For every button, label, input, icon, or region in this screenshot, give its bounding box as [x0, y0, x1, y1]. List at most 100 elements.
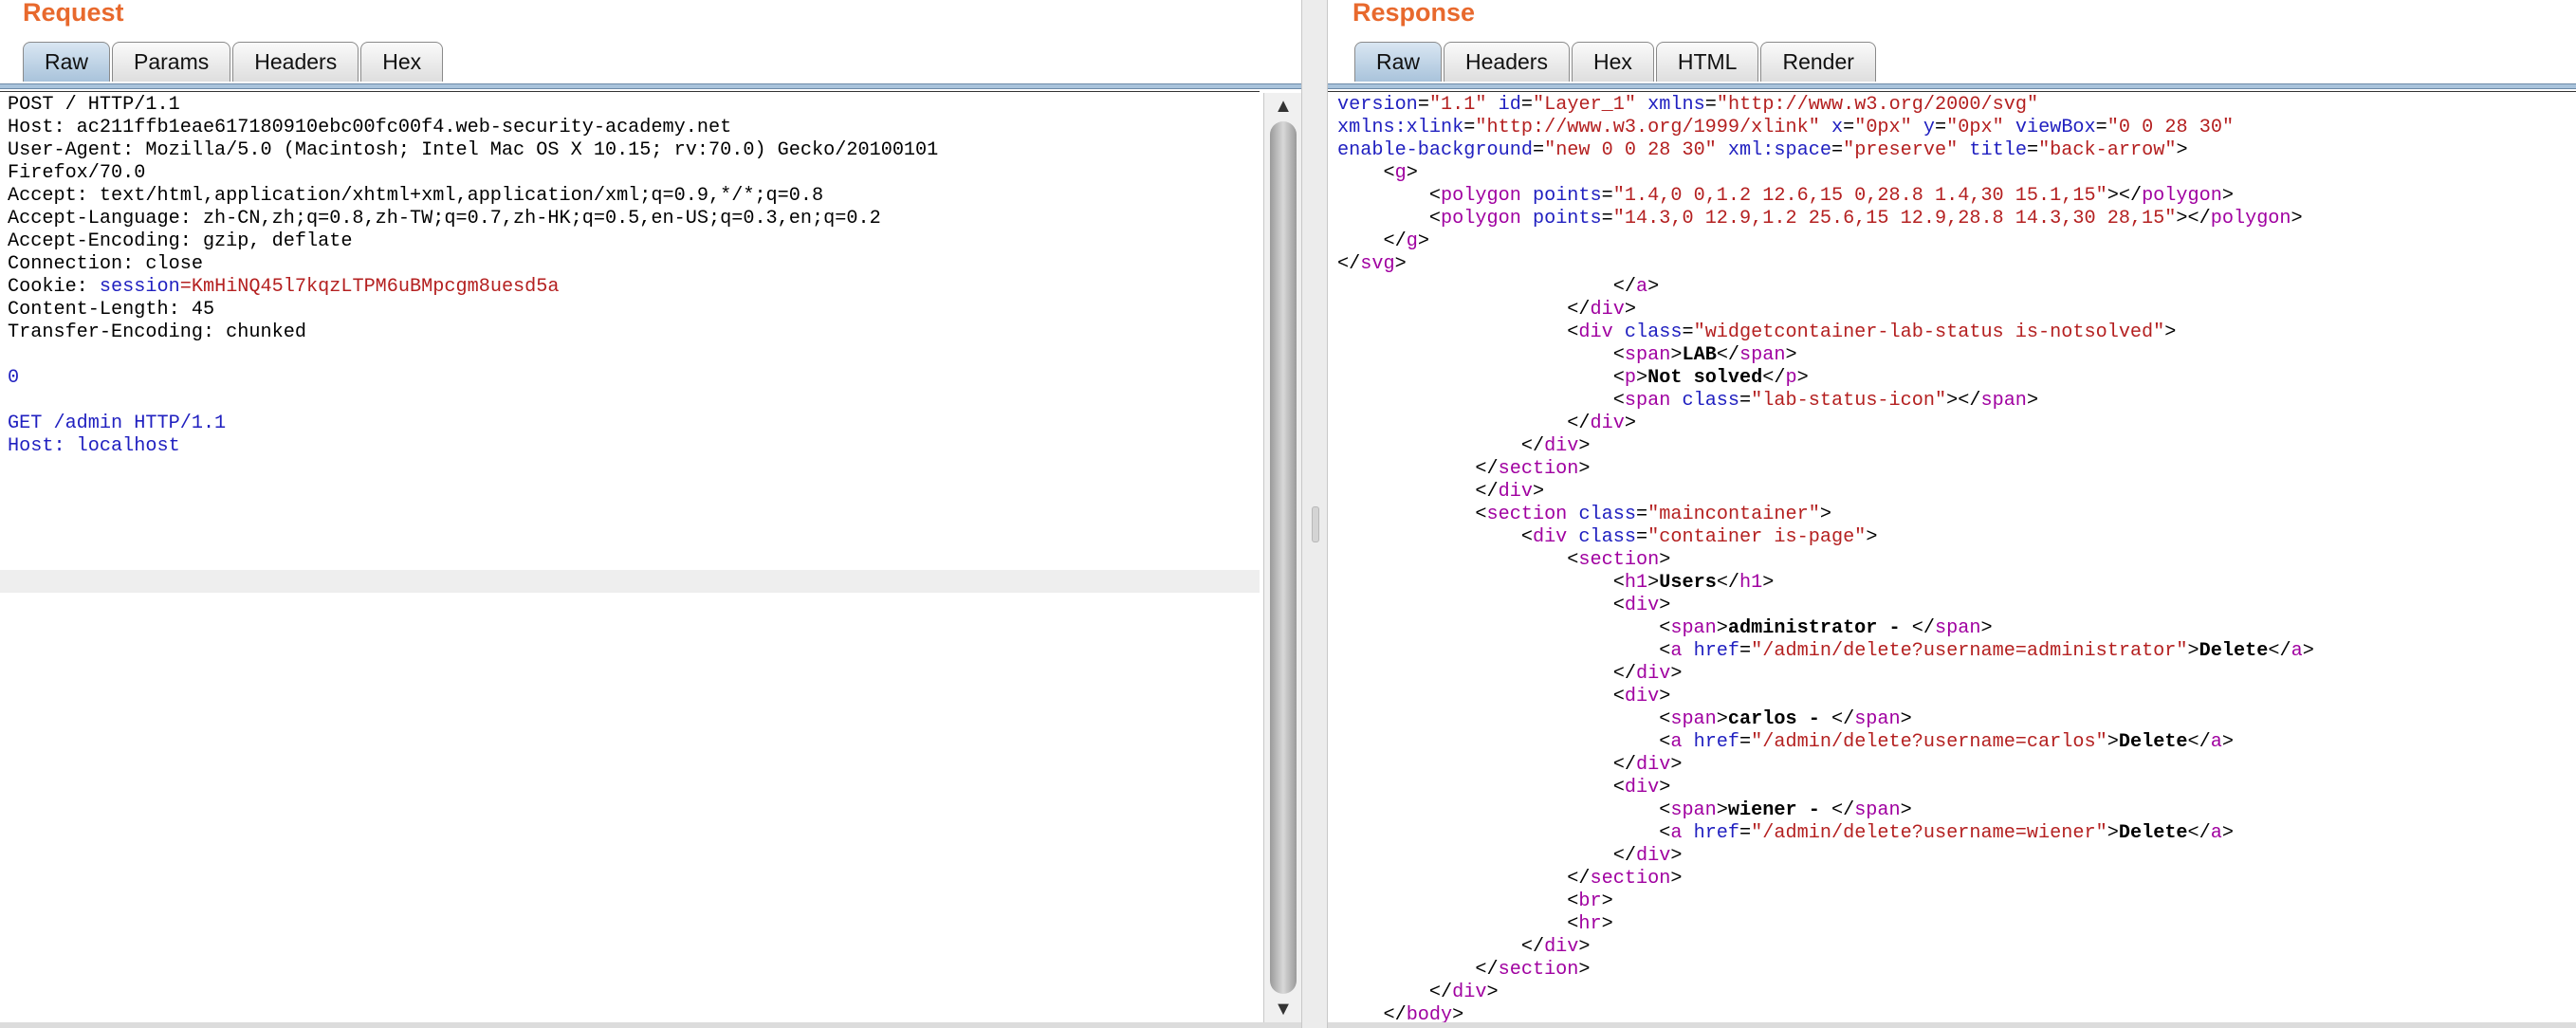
code-token: < [1337, 208, 1442, 229]
request-code-line: Cookie: session=KmHiNQ45l7kqzLTPM6uBMpcg… [8, 276, 938, 299]
code-token: "maincontainer" [1647, 504, 1820, 525]
code-token: = [1417, 94, 1429, 116]
response-code-line: </div> [1337, 936, 2314, 959]
scroll-down-arrow-icon[interactable]: ▼ [1264, 996, 1301, 1022]
code-token: span [1854, 799, 1901, 821]
request-pane: Request Raw Params Headers Hex POST / HTTP/… [0, 0, 1301, 1028]
code-token: class [1682, 390, 1740, 412]
code-token: p [1785, 367, 1797, 389]
code-token: </ [1337, 413, 1591, 434]
code-token: < [1337, 526, 1533, 548]
request-tab-params[interactable]: Params [112, 42, 231, 82]
request-tab-headers[interactable]: Headers [232, 42, 359, 82]
code-token: </ [1831, 708, 1855, 730]
code-token: > [1624, 299, 1636, 321]
code-token: "1.4,0 0,1.2 12.6,15 0,28.8 1.4,30 15.1,… [1612, 185, 2107, 207]
code-token: "widgetcontainer-lab-status is-notsolved… [1693, 321, 2165, 343]
code-token: carlos - [1727, 708, 1831, 730]
code-token: "0px" [1854, 117, 1912, 138]
response-code-line: enable-background="new 0 0 28 30" xml:sp… [1337, 139, 2314, 162]
code-token: </ [1337, 276, 1636, 298]
code-token: < [1337, 890, 1579, 912]
response-tab-html[interactable]: HTML [1655, 42, 1759, 82]
request-tab-raw[interactable]: Raw [23, 42, 111, 82]
request-title: Request [23, 0, 124, 27]
code-token: = [1831, 139, 1844, 161]
response-code-line: <a href="/admin/delete?username=carlos">… [1337, 731, 2314, 754]
code-token: "preserve" [1843, 139, 1959, 161]
code-token: class [1578, 526, 1636, 548]
code-token: class [1578, 504, 1637, 525]
code-token: > [1647, 572, 1660, 594]
code-token: < [1337, 617, 1671, 639]
code-token: span [1624, 390, 1671, 412]
code-token: h1 [1624, 572, 1648, 594]
response-tab-headers[interactable]: Headers [1444, 42, 1570, 82]
code-token: span [1739, 344, 1786, 366]
response-code-line: <section class="maincontainer"> [1337, 504, 2314, 526]
code-token: ></ [1946, 390, 1981, 412]
response-code-line: </div> [1337, 299, 2314, 321]
request-code-line: Host: ac211ffb1eae617180910ebc00fc00f4.w… [8, 117, 938, 139]
code-token: > [1900, 708, 1912, 730]
code-token: > [1819, 504, 1831, 525]
code-token: > [1762, 572, 1775, 594]
request-tab-hex[interactable]: Hex [360, 42, 444, 82]
code-token: "Layer_1" [1533, 94, 1637, 116]
code-token: > [1406, 162, 1418, 184]
code-token: administrator - [1727, 617, 1912, 639]
code-token: a [1670, 822, 1683, 844]
code-token: > [2302, 640, 2314, 662]
response-tab-raw[interactable]: Raw [1354, 42, 1443, 82]
code-token: polygon [1441, 208, 1521, 229]
code-token: </ [2187, 731, 2211, 753]
request-scrollbar[interactable]: ▲ ▼ [1263, 93, 1301, 1022]
code-token: Accept-Language: zh-CN,zh;q=0.8,zh-TW;q=… [8, 208, 881, 229]
splitter-grip-icon[interactable] [1312, 506, 1319, 542]
code-token: div [1578, 321, 1613, 343]
code-token: = [1739, 822, 1752, 844]
code-token: "1.1" [1428, 94, 1487, 116]
code-token: points [1532, 208, 1602, 229]
code-token: points [1532, 185, 1602, 207]
response-code-line: </div> [1337, 845, 2314, 868]
code-token: a [2210, 822, 2222, 844]
code-token: section [1578, 549, 1660, 571]
scrollbar-thumb[interactable] [1270, 121, 1297, 994]
request-editor[interactable]: POST / HTTP/1.1 Host: ac211ffb1eae6171809… [0, 91, 1260, 1028]
code-token: </ [1337, 435, 1545, 457]
response-bottom-bar [1328, 1022, 2576, 1028]
response-tab-hex[interactable]: Hex [1571, 42, 1654, 82]
code-token: div [1544, 435, 1579, 457]
response-tab-render[interactable]: Render [1760, 42, 1876, 82]
current-line-highlight [0, 570, 1260, 593]
request-code-line [8, 390, 938, 413]
request-code-line: POST / HTTP/1.1 [8, 94, 938, 117]
response-code-line: <span>LAB</span> [1337, 344, 2314, 367]
response-raw-text[interactable]: version="1.1" id="Layer_1" xmlns="http:/… [1337, 94, 2314, 1027]
request-code-line: Accept: text/html,application/xhtml+xml,… [8, 185, 938, 208]
code-token: xmlns [1647, 94, 1705, 116]
code-token: =KmHiNQ45l7kqzLTPM6uBMpcgm8uesd5a [179, 276, 560, 298]
code-token: br [1578, 890, 1602, 912]
pane-splitter[interactable] [1301, 0, 1328, 1028]
code-token: polygon [2210, 208, 2291, 229]
request-raw-text[interactable]: POST / HTTP/1.1 Host: ac211ffb1eae6171809… [8, 94, 938, 481]
code-token: id [1498, 94, 1521, 116]
response-code-line: <br> [1337, 890, 2314, 913]
code-token: div [1590, 299, 1625, 321]
code-token: > [1716, 799, 1728, 821]
code-token: span [1935, 617, 1981, 639]
code-token: "container is-page" [1647, 526, 1867, 548]
response-code-line: </div> [1337, 413, 2314, 435]
code-token: Content-Length: 45 [8, 299, 215, 321]
response-editor[interactable]: version="1.1" id="Layer_1" xmlns="http:/… [1328, 91, 2576, 1028]
code-token: div [1624, 686, 1660, 707]
request-code-line: GET /admin HTTP/1.1 [8, 413, 938, 435]
code-token: </ [1337, 481, 1499, 503]
code-token: div [1635, 845, 1671, 867]
code-token: a [1635, 276, 1648, 298]
scroll-up-arrow-icon[interactable]: ▲ [1264, 93, 1301, 119]
